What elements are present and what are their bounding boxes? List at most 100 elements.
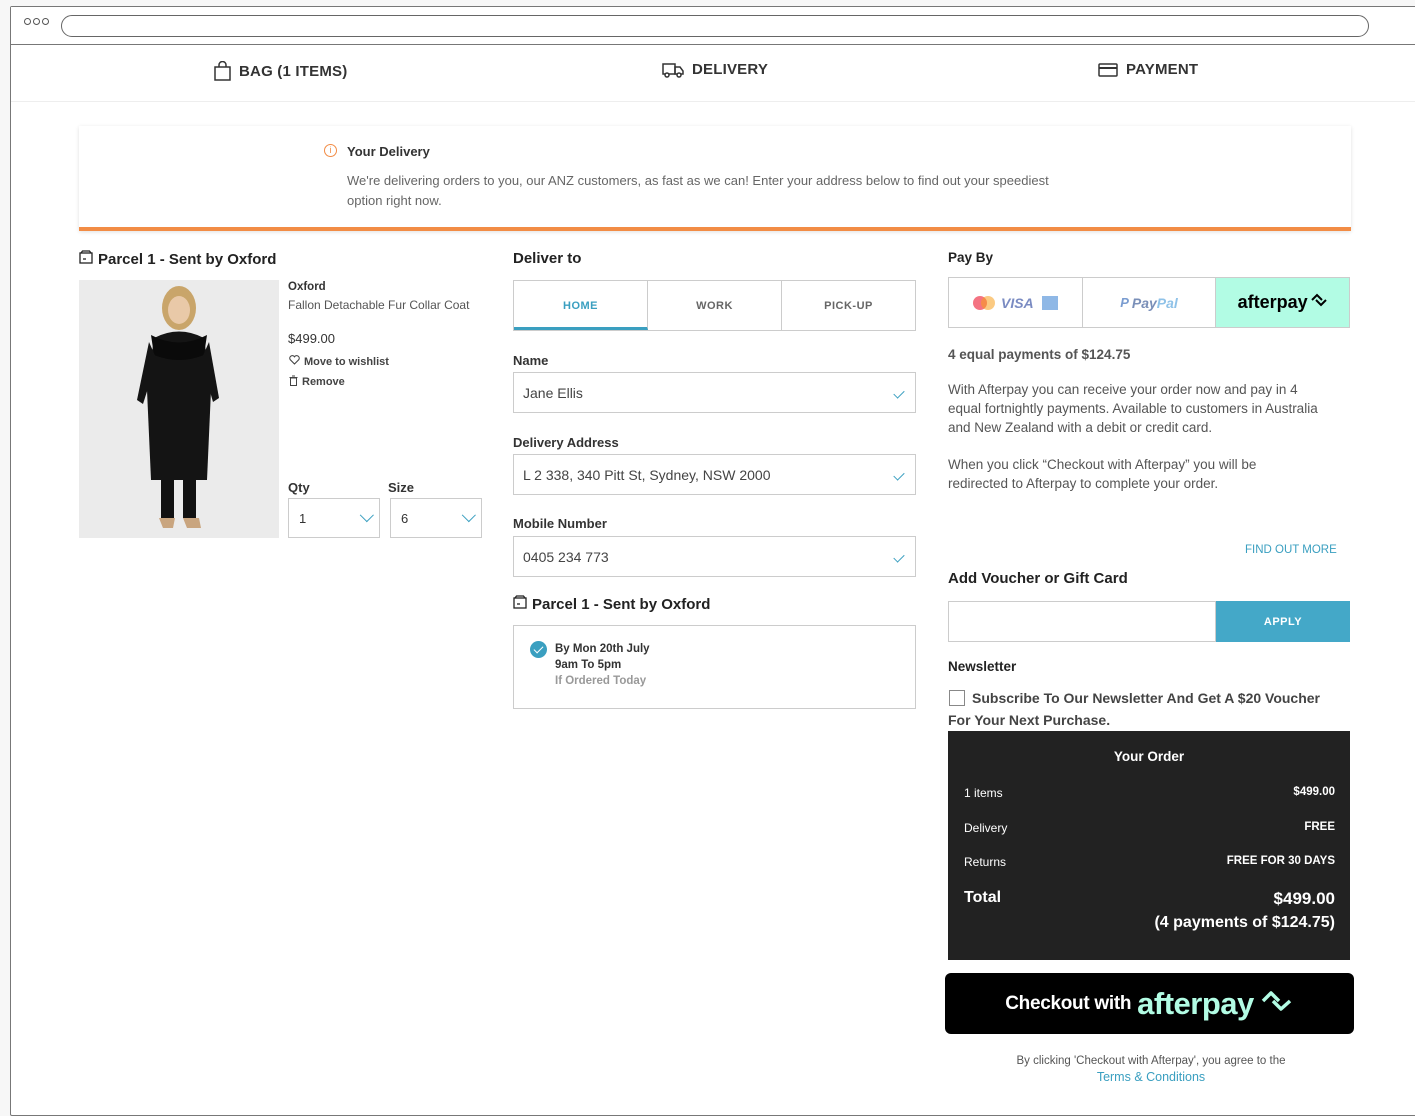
banner-text: We're delivering orders to you, our ANZ …	[347, 173, 1049, 208]
step-payment[interactable]: PAYMENT	[1098, 61, 1198, 78]
size-select[interactable]: 6	[390, 498, 482, 538]
total-label: Total	[964, 889, 1002, 906]
banner-title: Your Delivery	[347, 144, 430, 159]
product-name[interactable]: Fallon Detachable Fur Collar Coat	[288, 297, 473, 313]
address-label: Delivery Address	[513, 435, 619, 450]
name-field[interactable]: Jane Ellis	[513, 372, 916, 413]
equal-payments-text: 4 equal payments of $124.75	[948, 347, 1131, 362]
voucher-heading: Add Voucher or Gift Card	[948, 570, 1128, 587]
newsletter-text: Subscribe To Our Newsletter And Get A $2…	[948, 690, 1321, 728]
step-bag-label: BAG (1 ITEMS)	[239, 62, 348, 80]
step-delivery-label: DELIVERY	[692, 61, 769, 78]
checkmark-icon	[893, 468, 905, 481]
paypal-label-a: Pay	[1131, 294, 1157, 311]
delivery-time: 9am To 5pm	[555, 659, 622, 671]
card-payment-option[interactable]: VISA	[949, 278, 1083, 327]
window-dot[interactable]	[33, 18, 40, 25]
qty-value: 1	[299, 510, 307, 526]
product-price: $499.00	[288, 331, 335, 346]
order-returns-row: Returns FREE FOR 30 DAYS	[964, 855, 1335, 869]
product-brand: Oxford	[288, 281, 326, 293]
window-controls[interactable]	[24, 18, 49, 25]
delivery-label: Delivery	[964, 821, 1008, 835]
order-delivery-row: Delivery FREE	[964, 821, 1335, 835]
checkout-with-afterpay-button[interactable]: Checkout with afterpay	[945, 973, 1354, 1034]
delivery-option[interactable]: By Mon 20th July 9am To 5pm If Ordered T…	[513, 625, 916, 709]
checkout-steps: BAG (1 ITEMS) DELIVERY PAYMENT	[11, 45, 1415, 102]
afterpay-redirect-text: When you click “Checkout with Afterpay” …	[948, 457, 1257, 491]
credit-card-icon	[1098, 62, 1118, 77]
window-dot[interactable]	[24, 18, 31, 25]
size-value: 6	[401, 510, 409, 526]
address-value: L 2 338, 340 Pitt St, Sydney, NSW 2000	[523, 466, 771, 483]
delivery-type-tabs: HOME WORK PICK-UP	[513, 280, 916, 331]
apply-button[interactable]: APPLY	[1216, 601, 1350, 642]
terms-link[interactable]: Terms & Conditions	[946, 1069, 1356, 1085]
deliver-to-heading: Deliver to	[513, 250, 582, 267]
checkout-afterpay-logo: afterpay	[1137, 985, 1254, 1021]
name-label: Name	[513, 353, 549, 368]
delivery-note: If Ordered Today	[555, 675, 647, 687]
step-bag[interactable]: BAG (1 ITEMS)	[214, 61, 347, 81]
afterpay-arrows-icon	[1260, 988, 1294, 1019]
paypal-icon: P	[1120, 295, 1129, 310]
order-summary: Your Order 1 items $499.00 Delivery FREE…	[948, 731, 1350, 960]
voucher-input[interactable]	[948, 601, 1216, 642]
address-field[interactable]: L 2 338, 340 Pitt St, Sydney, NSW 2000	[513, 454, 916, 495]
window-dot[interactable]	[42, 18, 49, 25]
payment-methods: VISA P PayPal afterpay	[948, 277, 1350, 328]
move-to-wishlist-link[interactable]: Move to wishlist	[289, 355, 389, 368]
visa-label: VISA	[1000, 294, 1034, 311]
product-image[interactable]	[79, 280, 279, 538]
address-bar[interactable]	[61, 15, 1369, 37]
package-icon	[79, 250, 93, 268]
delivery-parcel-title: Parcel 1 - Sent by Oxford	[532, 595, 711, 613]
chevron-down-icon	[359, 508, 374, 523]
mobile-value: 0405 234 773	[523, 548, 609, 565]
paypal-label-b: Pal	[1156, 294, 1178, 311]
afterpay-description: With Afterpay you can receive your order…	[948, 382, 1318, 435]
browser-window: BAG (1 ITEMS) DELIVERY PAYMENT i Your De…	[10, 6, 1415, 1116]
afterpay-option[interactable]: afterpay	[1216, 278, 1350, 327]
mobile-field[interactable]: 0405 234 773	[513, 536, 916, 577]
paypal-label: PayPal	[1132, 295, 1178, 311]
delivery-value: FREE	[1304, 821, 1335, 833]
tab-home[interactable]: HOME	[514, 281, 648, 330]
name-value: Jane Ellis	[523, 384, 583, 401]
remove-link[interactable]: Remove	[289, 375, 345, 389]
mobile-label: Mobile Number	[513, 516, 607, 531]
items-value: $499.00	[1293, 786, 1335, 798]
wishlist-label: Move to wishlist	[304, 355, 389, 368]
remove-label: Remove	[302, 376, 345, 388]
package-icon	[513, 595, 527, 613]
afterpay-logo: afterpay	[1237, 292, 1308, 312]
checkmark-icon	[893, 550, 905, 563]
step-delivery[interactable]: DELIVERY	[662, 61, 768, 78]
delivery-banner: i Your Delivery We're delivering orders …	[79, 126, 1351, 231]
info-icon: i	[324, 144, 337, 157]
delivery-parcel-heading: Parcel 1 - Sent by Oxford	[513, 595, 710, 613]
amex-icon	[1041, 295, 1058, 310]
total-value: $499.00	[1273, 889, 1335, 908]
legal-copy: By clicking 'Checkout with Afterpay', yo…	[1016, 1055, 1286, 1067]
mastercard-icon	[972, 295, 995, 310]
tab-work[interactable]: WORK	[648, 281, 782, 330]
delivery-date: By Mon 20th July	[555, 643, 650, 655]
qty-select[interactable]: 1	[288, 498, 380, 538]
order-title: Your Order	[1113, 749, 1185, 764]
order-items-row: 1 items $499.00	[964, 786, 1335, 800]
truck-icon	[662, 62, 684, 78]
tab-pick-up[interactable]: PICK-UP	[782, 281, 915, 330]
find-out-more-link[interactable]: FIND OUT MORE	[1245, 544, 1337, 556]
size-label: Size	[388, 480, 415, 495]
browser-chrome	[11, 7, 1415, 45]
newsletter-heading: Newsletter	[948, 659, 1017, 674]
paypal-option[interactable]: P PayPal	[1083, 278, 1217, 327]
selected-radio-icon[interactable]	[530, 641, 547, 658]
qty-label: Qty	[288, 480, 310, 495]
returns-label: Returns	[964, 855, 1007, 869]
order-total-row: Total $499.00	[964, 889, 1335, 909]
pay-by-heading: Pay By	[948, 250, 994, 265]
trash-icon	[289, 375, 298, 389]
bag-icon	[214, 61, 231, 81]
